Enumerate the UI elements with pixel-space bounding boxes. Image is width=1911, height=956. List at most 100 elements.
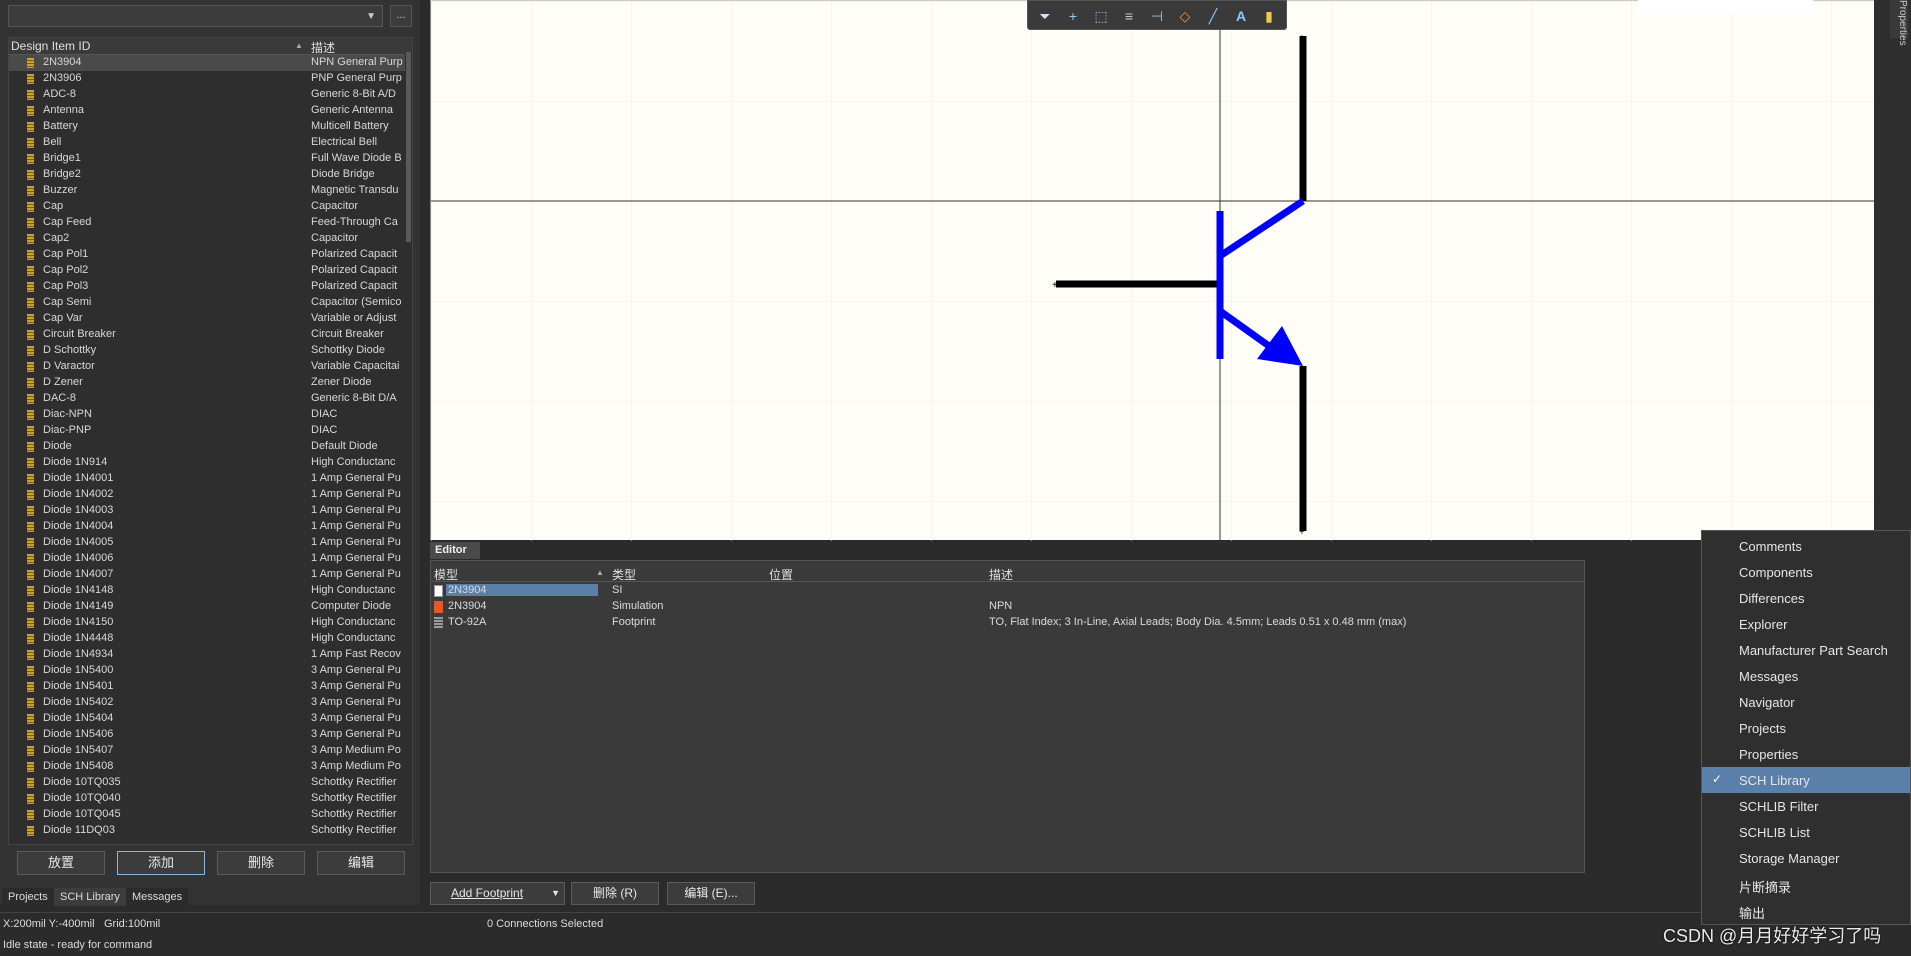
panels-menu-item[interactable]: Storage Manager xyxy=(1702,845,1910,871)
panels-menu-item[interactable]: Components xyxy=(1702,559,1910,585)
component-row[interactable]: Diode 1N4005 1 Amp General Pu xyxy=(9,535,412,551)
delete-button[interactable]: 删除 xyxy=(217,851,305,875)
panels-menu-item[interactable]: Messages xyxy=(1702,663,1910,689)
panels-menu-item[interactable]: Differences xyxy=(1702,585,1910,611)
select-rect-icon[interactable]: ⬚ xyxy=(1092,7,1110,25)
component-row[interactable]: Cap Feed Feed-Through Ca xyxy=(9,215,412,231)
column-header-design-item-id[interactable]: Design Item ID xyxy=(11,39,90,53)
component-row[interactable]: 2N3906 PNP General Purp xyxy=(9,71,412,87)
editor-tab[interactable]: Editor xyxy=(430,542,480,559)
component-row[interactable]: Diode 1N4934 1 Amp Fast Recov xyxy=(9,647,412,663)
tab-messages[interactable]: Messages xyxy=(126,888,189,906)
add-footprint-button[interactable]: Add Footprint ▼ xyxy=(430,882,565,905)
component-row[interactable]: Cap2 Capacitor xyxy=(9,231,412,247)
component-row[interactable]: Diode 1N4149 Computer Diode xyxy=(9,599,412,615)
schematic-canvas[interactable]: + + + xyxy=(430,0,1875,541)
component-row[interactable]: Diode 1N5406 3 Amp General Pu xyxy=(9,727,412,743)
panels-menu-item[interactable]: Projects xyxy=(1702,715,1910,741)
column-header-description[interactable]: 描述 xyxy=(989,566,1013,583)
filter-icon[interactable]: ⏷ xyxy=(1036,7,1054,25)
scrollbar-thumb[interactable] xyxy=(406,52,411,242)
component-row[interactable]: Cap Semi Capacitor (Semico xyxy=(9,295,412,311)
chevron-down-icon[interactable]: ▼ xyxy=(551,883,560,904)
panels-menu-item[interactable]: SCHLIB Filter xyxy=(1702,793,1910,819)
library-filter-combo[interactable]: ▼ xyxy=(8,5,383,27)
tab-sch-library[interactable]: SCH Library xyxy=(54,888,126,906)
panels-menu-item[interactable]: Comments xyxy=(1702,533,1910,559)
model-row[interactable]: 2N3904 Simulation NPN xyxy=(431,599,1584,615)
edit-button[interactable]: 编辑 xyxy=(317,851,405,875)
component-row[interactable]: Diode 1N914 High Conductanc xyxy=(9,455,412,471)
panels-menu-item[interactable]: SCHLIB List xyxy=(1702,819,1910,845)
component-row[interactable]: Diode 1N5401 3 Amp General Pu xyxy=(9,679,412,695)
component-row[interactable]: Cap Var Variable or Adjust xyxy=(9,311,412,327)
component-row[interactable]: Antenna Generic Antenna xyxy=(9,103,412,119)
component-row[interactable]: Diode 1N4007 1 Amp General Pu xyxy=(9,567,412,583)
component-row[interactable]: Bridge1 Full Wave Diode B xyxy=(9,151,412,167)
panels-menu-item[interactable]: Properties xyxy=(1702,741,1910,767)
component-row[interactable]: Diac-NPN DIAC xyxy=(9,407,412,423)
component-row[interactable]: Diode 1N5404 3 Amp General Pu xyxy=(9,711,412,727)
component-row[interactable]: DAC-8 Generic 8-Bit D/A xyxy=(9,391,412,407)
component-row[interactable]: Diode 10TQ035 Schottky Rectifier xyxy=(9,775,412,791)
component-row[interactable]: Diode 10TQ045 Schottky Rectifier xyxy=(9,807,412,823)
panels-menu-item[interactable]: Explorer xyxy=(1702,611,1910,637)
component-row[interactable]: Diode 1N4150 High Conductanc xyxy=(9,615,412,631)
component-row[interactable]: Diode 1N5400 3 Amp General Pu xyxy=(9,663,412,679)
component-row[interactable]: Cap Pol3 Polarized Capacit xyxy=(9,279,412,295)
delete-model-button[interactable]: 删除 (R) xyxy=(571,882,659,905)
component-icon[interactable]: ▮ xyxy=(1260,7,1278,25)
panels-menu-item[interactable]: Manufacturer Part Search xyxy=(1702,637,1910,663)
component-row[interactable]: Diode 1N5408 3 Amp Medium Po xyxy=(9,759,412,775)
component-row[interactable]: Diode 1N4002 1 Amp General Pu xyxy=(9,487,412,503)
tab-projects[interactable]: Projects xyxy=(2,888,54,906)
component-row[interactable]: Bell Electrical Bell xyxy=(9,135,412,151)
component-row[interactable]: ADC-8 Generic 8-Bit A/D xyxy=(9,87,412,103)
component-row[interactable]: Diode 1N4004 1 Amp General Pu xyxy=(9,519,412,535)
line-icon[interactable]: ╱ xyxy=(1204,7,1222,25)
component-row[interactable]: Cap Pol2 Polarized Capacit xyxy=(9,263,412,279)
component-row[interactable]: Cap Pol1 Polarized Capacit xyxy=(9,247,412,263)
component-row[interactable]: 2N3904 NPN General Purp xyxy=(9,55,412,71)
component-row[interactable]: Diode 1N5407 3 Amp Medium Po xyxy=(9,743,412,759)
component-row[interactable]: Buzzer Magnetic Transdu xyxy=(9,183,412,199)
place-button[interactable]: 放置 xyxy=(17,851,105,875)
add-button[interactable]: 添加 xyxy=(117,851,205,875)
component-row[interactable]: Diode 10TQ040 Schottky Rectifier xyxy=(9,791,412,807)
model-row[interactable]: 2N3904 SI xyxy=(431,583,1584,599)
properties-side-tab[interactable]: Properties xyxy=(1890,0,1908,46)
component-row[interactable]: Diode 11DQ03 Schottky Rectifier xyxy=(9,823,412,839)
column-header-location[interactable]: 位置 xyxy=(769,566,793,583)
browse-button[interactable]: ... xyxy=(390,5,412,27)
component-row[interactable]: D Varactor Variable Capacitai xyxy=(9,359,412,375)
edit-model-button[interactable]: 编辑 (E)... xyxy=(667,882,755,905)
column-header-model[interactable]: 模型 xyxy=(434,566,458,583)
eraser-icon[interactable]: ◇ xyxy=(1176,7,1194,25)
component-row[interactable]: Diode 1N4148 High Conductanc xyxy=(9,583,412,599)
component-row[interactable]: D Schottky Schottky Diode xyxy=(9,343,412,359)
component-row[interactable]: Diode 1N4006 1 Amp General Pu xyxy=(9,551,412,567)
panels-menu-item[interactable]: 片断摘录 xyxy=(1702,871,1910,897)
component-row[interactable]: Diac-PNP DIAC xyxy=(9,423,412,439)
component-row[interactable]: Diode 1N4003 1 Amp General Pu xyxy=(9,503,412,519)
pin-icon[interactable]: ⊣ xyxy=(1148,7,1166,25)
component-row[interactable]: D Zener Zener Diode xyxy=(9,375,412,391)
component-row[interactable]: Cap Capacitor xyxy=(9,199,412,215)
component-row[interactable]: Circuit Breaker Circuit Breaker xyxy=(9,327,412,343)
panels-menu-item[interactable]: ✓ SCH Library xyxy=(1702,767,1910,793)
component-row[interactable]: Diode 1N4448 High Conductanc xyxy=(9,631,412,647)
text-icon[interactable]: A xyxy=(1232,7,1250,25)
column-header-description[interactable]: 描述 xyxy=(311,39,335,56)
model-row[interactable]: TO-92A Footprint TO, Flat Index; 3 In-Line… xyxy=(431,615,1584,631)
component-scrollbar[interactable] xyxy=(405,52,412,842)
component-row[interactable]: Battery Multicell Battery xyxy=(9,119,412,135)
component-row[interactable]: Diode 1N4001 1 Amp General Pu xyxy=(9,471,412,487)
column-header-type[interactable]: 类型 xyxy=(612,566,636,583)
component-row[interactable]: Diode Default Diode xyxy=(9,439,412,455)
component-row[interactable]: Diode 1N5402 3 Amp General Pu xyxy=(9,695,412,711)
component-row[interactable]: Bridge2 Diode Bridge xyxy=(9,167,412,183)
chevron-down-icon[interactable]: ▼ xyxy=(366,11,376,22)
align-icon[interactable]: ≡ xyxy=(1120,7,1138,25)
panels-menu-item[interactable]: 输出 xyxy=(1702,897,1910,923)
crosshair-icon[interactable]: + xyxy=(1064,7,1082,25)
